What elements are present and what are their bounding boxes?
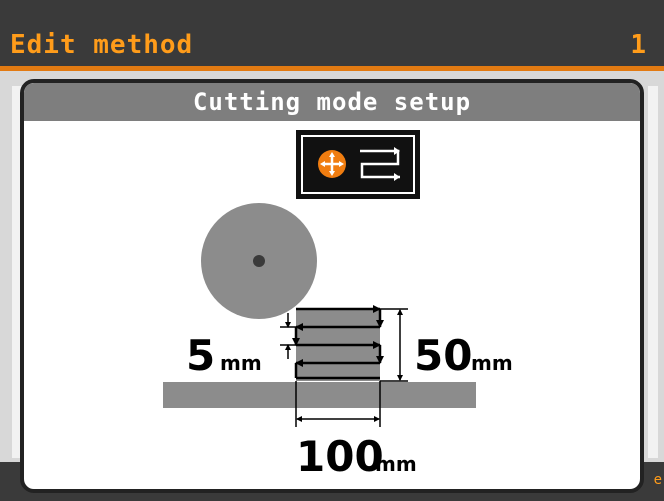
top-bar: Edit method 1: [0, 0, 664, 66]
height-unit: mm: [471, 351, 513, 375]
page-number: 1: [630, 30, 646, 60]
work-table: [163, 382, 476, 408]
step-dimension: [280, 313, 296, 359]
width-value[interactable]: 100: [296, 432, 384, 481]
height-dimension: [380, 308, 408, 382]
screen-title: Edit method: [10, 30, 194, 60]
step-unit: mm: [220, 351, 262, 375]
background-list-right: [648, 86, 658, 458]
width-unit: mm: [375, 452, 417, 476]
height-value[interactable]: 50: [414, 331, 472, 380]
cutting-mode-dialog: Cutting mode setup 5 mm 50 mm 100 mm: [20, 79, 644, 493]
zigzag-path-icon: [360, 147, 400, 181]
cutting-diagram: 5 mm 50 mm 100 mm: [163, 130, 513, 481]
edge-glyph: e: [653, 472, 662, 488]
step-value[interactable]: 5: [186, 331, 215, 380]
cutting-mode-button[interactable]: [296, 130, 420, 199]
move-icon: [318, 150, 346, 178]
grinding-wheel: [201, 203, 317, 319]
